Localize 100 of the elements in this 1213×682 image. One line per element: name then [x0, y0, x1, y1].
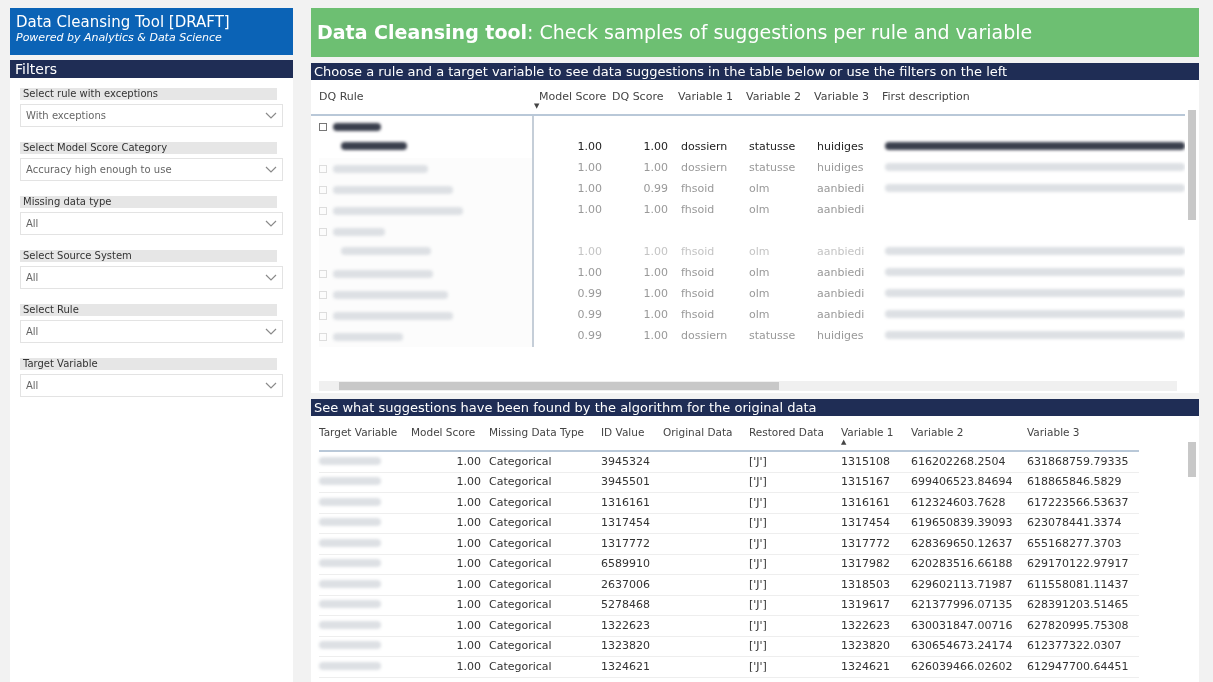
table-cell-text: 1.00 — [455, 597, 482, 613]
table-cell-text: Categorical — [489, 535, 553, 552]
table-cell-text: aanbiedi — [816, 244, 866, 261]
filter-label: Select Model Score Category — [20, 142, 277, 154]
app-subtitle: Powered by Analytics & Data Science — [16, 31, 223, 45]
column-header[interactable]: Original Data — [663, 425, 749, 441]
column-header[interactable]: DQ Score — [612, 88, 678, 106]
table-cell-text: ['J'] — [749, 638, 768, 654]
table-cell-text: aanbiedi — [816, 202, 866, 219]
redacted-text — [319, 518, 381, 526]
table-cell-text: 1.00 — [455, 638, 482, 654]
table-cell-text: 1.00 — [455, 658, 482, 675]
table-cell-text: 630031847.00716 — [911, 617, 1014, 634]
filter-dropdown[interactable]: All — [20, 374, 283, 397]
table-cell-text: 626039466.02602 — [911, 658, 1014, 675]
column-header[interactable]: DQ Rule — [319, 88, 534, 106]
filter-dropdown[interactable]: With exceptions — [20, 104, 283, 127]
table-cell-text: olm — [748, 181, 771, 198]
column-header[interactable]: Variable 3 — [814, 88, 882, 106]
column-header[interactable]: Target Variable — [319, 425, 411, 441]
table-cell-text: olm — [748, 202, 771, 219]
table-cell-text: ['J'] — [749, 617, 768, 634]
expand-icon[interactable] — [319, 122, 327, 131]
horizontal-scrollbar[interactable] — [339, 382, 779, 390]
column-header[interactable]: Restored Data — [749, 425, 841, 441]
table-cell-text: 5278468 — [601, 597, 651, 613]
table-cell-text: 1.00 — [455, 617, 482, 634]
table-caption: Choose a rule and a target variable to see data suggestions in the table below or use the filters on the left — [311, 63, 1199, 80]
vertical-scrollbar[interactable] — [1188, 442, 1196, 477]
column-header[interactable]: Variable 1 — [678, 88, 746, 106]
table-cell-text: Categorical — [489, 658, 553, 675]
redacted-text — [319, 497, 381, 506]
column-header[interactable]: First description — [882, 88, 1185, 106]
column-header[interactable]: Variable 2 — [911, 425, 1027, 441]
table-cell-text: 655168277.3703 — [1027, 535, 1123, 552]
table-cell-text: 1.00 — [642, 160, 669, 177]
table-cell-text: ['J'] — [749, 556, 768, 572]
table-cell-text: 1317454 — [841, 515, 891, 531]
table-cell-text: 1318503 — [841, 576, 891, 593]
table-cell-text: aanbiedi — [816, 265, 866, 282]
table-cell-text: 1322623 — [841, 617, 891, 634]
table-cell-text: olm — [748, 244, 771, 261]
column-header[interactable]: Variable 2 — [746, 88, 814, 106]
table-cell-text: 627820995.75308 — [1027, 617, 1130, 634]
chevron-down-icon — [265, 274, 277, 281]
table-cell-text: 1315108 — [841, 453, 891, 470]
filter-dropdown[interactable]: Accuracy high enough to use — [20, 158, 283, 181]
table-cell-text: 1317982 — [841, 556, 891, 572]
table-cell-text: 1319617 — [841, 597, 891, 613]
table-cell-text: fhsoid — [680, 181, 716, 198]
table-cell-text: 616202268.2504 — [911, 453, 1007, 470]
filter-label: Missing data type — [20, 196, 277, 208]
filter-dropdown[interactable]: All — [20, 320, 283, 343]
table-cell-text: 1323820 — [841, 638, 891, 654]
table-cell-text: statusse — [748, 328, 797, 345]
table-cell-text: Categorical — [489, 617, 553, 634]
column-header[interactable]: ID Value — [601, 425, 663, 441]
table-cell-text: huidiges — [816, 139, 865, 156]
table-cell-text: 3945501 — [601, 474, 651, 490]
table-cell-text: 623078441.3374 — [1027, 515, 1123, 531]
table-cell-text: 1.00 — [576, 265, 603, 282]
table-cell-text: 1.00 — [642, 265, 669, 282]
chevron-down-icon — [265, 166, 277, 173]
table-cell-text: 1.00 — [642, 202, 669, 219]
table-cell-text: aanbiedi — [816, 307, 866, 324]
filter-dropdown[interactable]: All — [20, 266, 283, 289]
table-cell-text: 612324603.7628 — [911, 494, 1007, 511]
vertical-scrollbar[interactable] — [1188, 110, 1196, 220]
redacted-text — [319, 579, 381, 588]
table-cell-text: 1.00 — [642, 307, 669, 324]
table-cell-text: 629602113.71987 — [911, 576, 1014, 593]
redacted-text — [333, 227, 385, 236]
table-cell-text: dossiern — [680, 160, 729, 177]
table-cell-text: 1.00 — [576, 202, 603, 219]
redacted-text — [319, 456, 381, 465]
filter-label: Target Variable — [20, 358, 277, 370]
table-cell-text: Categorical — [489, 453, 553, 470]
redacted-text — [341, 142, 407, 151]
table-cell-text: 1.00 — [455, 474, 482, 490]
table-cell-text: 3945324 — [601, 453, 651, 470]
chevron-down-icon — [265, 382, 277, 389]
table-cell-text: 1317772 — [841, 535, 891, 552]
column-header[interactable]: Model Score — [411, 425, 489, 441]
table-cell-text: 1324621 — [841, 658, 891, 675]
redacted-text — [319, 620, 381, 629]
table-cell-text: 1316161 — [601, 494, 651, 511]
table-cell-text: fhsoid — [680, 307, 716, 324]
table-cell-text: huidiges — [816, 328, 865, 345]
filter-dropdown[interactable]: All — [20, 212, 283, 235]
table-cell-text: 1.00 — [576, 139, 603, 156]
redacted-text — [319, 600, 381, 608]
column-header[interactable]: Missing Data Type — [489, 425, 601, 441]
table-cell-text: Categorical — [489, 556, 553, 572]
column-header[interactable]: Variable 3 — [1027, 425, 1139, 441]
table-cell-text: fhsoid — [680, 202, 716, 219]
table-cell-text: 1.00 — [642, 139, 669, 156]
table-cell-text: 1.00 — [455, 535, 482, 552]
table-cell-text: 1.00 — [642, 286, 669, 303]
table-cell-text: 0.99 — [576, 328, 603, 345]
table-cell-text: ['J'] — [749, 597, 768, 613]
